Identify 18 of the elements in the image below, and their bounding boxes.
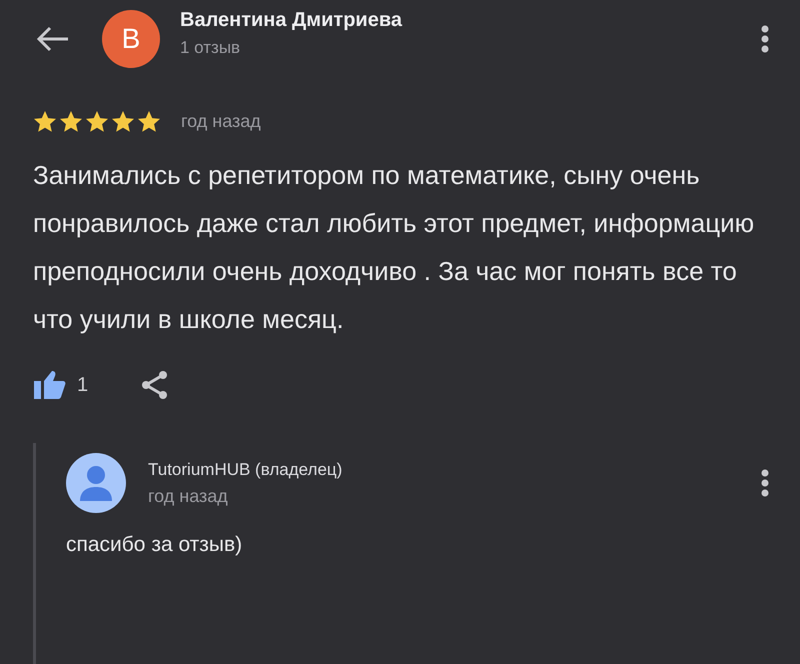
- star-icon: [33, 110, 57, 133]
- thumbs-up-icon[interactable]: [33, 370, 67, 400]
- like-count: 1: [77, 374, 88, 396]
- star-icon: [137, 110, 161, 133]
- back-icon[interactable]: [36, 26, 70, 52]
- star-icon: [85, 110, 109, 133]
- reply-time: год назад: [148, 486, 229, 506]
- star-icon: [111, 110, 135, 133]
- avatar: B: [102, 10, 160, 68]
- star-icon: [59, 110, 83, 133]
- owner-name: TutoriumHUB (владелец): [148, 460, 344, 480]
- review-text: Занимались с репетитором по математике, сыну очень понравилось даже стал любить этот предмет, информацию преподносили очень доходчиво . За час мог понять все то что учили в школе месяц.: [32, 159, 756, 336]
- more-icon[interactable]: [760, 24, 770, 54]
- more-icon[interactable]: [760, 468, 770, 498]
- reply-text: спасибо за отзыв): [66, 533, 244, 557]
- review-count: 1 отзыв: [180, 38, 242, 58]
- review-time: год назад: [181, 111, 261, 132]
- author-name: Валентина Дмитриева: [180, 8, 404, 32]
